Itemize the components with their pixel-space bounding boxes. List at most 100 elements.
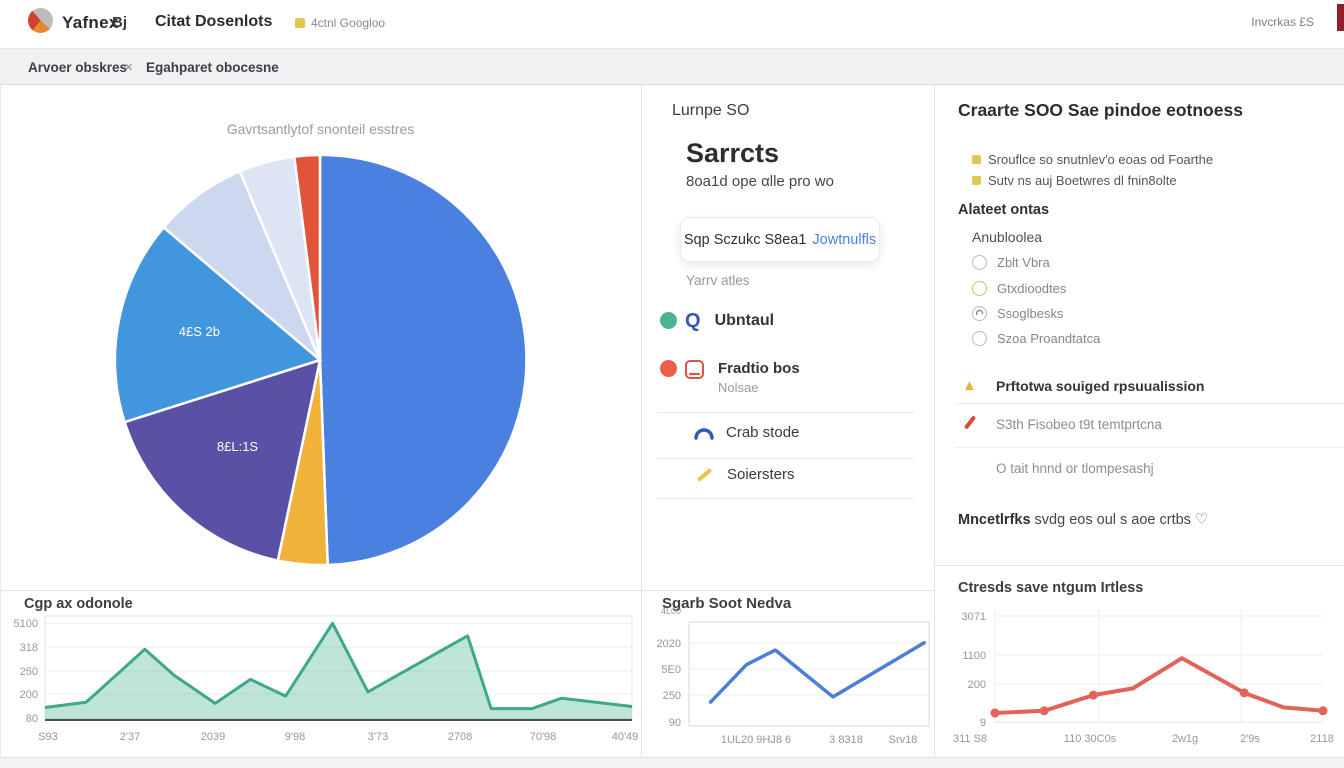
data-point-marker[interactable]	[1040, 706, 1049, 715]
heart-icon[interactable]: ♡	[1195, 511, 1208, 528]
legend-divider	[658, 412, 914, 413]
x-tick-label: 110 30C0s	[1064, 733, 1117, 745]
y-tick-label: 3071	[962, 611, 986, 623]
legend-item-fraction[interactable]: Fradtio bos Nolsae	[660, 360, 800, 395]
pie-chart-title: Gavrtsantlytof snonteil esstres	[0, 121, 641, 137]
radio-option-4[interactable]: Szoa Proandtatca	[972, 331, 1100, 346]
x-tick-label: Srv18	[889, 734, 918, 746]
x-tick-label: 9'98	[285, 731, 305, 743]
radio-label: Szoa Proandtatca	[997, 331, 1100, 346]
edge-accent	[1337, 4, 1344, 31]
bullet-item: Sutv ns auj Boetwres dl fnin8olte	[972, 173, 1177, 188]
y-tick-label: 2020	[657, 638, 681, 650]
y-tick-label: 318	[20, 642, 38, 654]
menu-item-chart-designer[interactable]: Citat Dosenlots	[155, 13, 272, 31]
y-tick-label: 5E0	[661, 664, 681, 676]
yellow-slash-icon	[697, 468, 713, 482]
data-point-marker[interactable]	[1240, 688, 1249, 697]
x-tick-label: 2708	[448, 731, 472, 743]
area-chart: 510031825020080S932'3720399'983'73270870…	[0, 590, 641, 757]
cta-button-link: Jowtnulfls	[812, 232, 876, 248]
monitoring-note-rest: svdg eos oul s aoe crtbs	[1031, 512, 1195, 528]
middle-title: Sarrcts	[686, 138, 779, 169]
y-tick-label: 250	[663, 690, 681, 702]
warning-text: Prftotwa souiged rpsuualission	[996, 378, 1204, 394]
cta-button[interactable]: Sqp Sczukc S8ea1 Jowtnulfls	[680, 217, 880, 262]
red-slash-icon	[968, 415, 972, 435]
plot-border	[689, 622, 929, 726]
x-tick-label: 2039	[201, 731, 225, 743]
pie-chart: 8£L:1S 4£S 2b	[0, 140, 641, 580]
data-point-marker[interactable]	[991, 709, 1000, 718]
y-tick-label: 200	[968, 679, 986, 691]
y-tick-label: 1100	[962, 650, 986, 662]
y-tick-label: 4L00	[661, 606, 681, 616]
error-text: S3th Fisobeo t9t temtprtcna	[996, 417, 1162, 432]
magnifier-q-icon: Q	[685, 312, 701, 330]
monitoring-note: Mncetlrfks svdg eos oul s aoe crtbs ♡	[958, 510, 1208, 528]
radio-icon	[972, 331, 987, 346]
radio-icon-marked	[972, 306, 987, 321]
invoices-link[interactable]: Invcrkas £S	[1251, 15, 1314, 29]
x-tick-label: 2'9s	[1240, 733, 1260, 745]
radio-option-1[interactable]: Zblt Vbra	[972, 255, 1050, 270]
y-tick-label: 80	[26, 713, 38, 725]
legend-item-search[interactable]: Q Ubntaul	[660, 312, 774, 330]
line-series	[995, 658, 1323, 713]
x-tick-label: 40'49	[612, 731, 639, 743]
line-series	[711, 643, 925, 702]
radio-option-3[interactable]: Ssoglbesks	[972, 306, 1063, 321]
close-icon[interactable]: ✕	[124, 61, 133, 74]
legend-sublabel: Nolsae	[718, 380, 800, 395]
legend-item-crab[interactable]: Crab stode	[694, 424, 799, 441]
y-tick-label: 9	[980, 717, 986, 729]
legend-label: Soiersters	[727, 466, 795, 483]
legend-item-soiersters[interactable]: Soiersters	[696, 466, 795, 483]
x-tick-label: 2'37	[120, 731, 140, 743]
menu-item-by[interactable]: Bj	[112, 14, 127, 31]
tab-bar: Arvoer obskres ✕ Egahparet obocesne	[0, 48, 1344, 85]
green-dot-icon	[660, 312, 677, 329]
x-tick-label: 3'73	[368, 731, 388, 743]
yellow-square-icon	[972, 176, 981, 185]
yandex-logo-icon[interactable]	[28, 8, 53, 33]
note-text: O tait hnnd or tlompesashj	[996, 461, 1154, 476]
right-subheading: Alateet ontas	[958, 202, 1049, 218]
y-tick-label: 250	[20, 666, 38, 678]
x-tick-label: 1UL20 9HJ8 6	[721, 734, 791, 746]
legend-divider	[658, 498, 914, 499]
warning-icon: ▲	[962, 377, 977, 395]
data-point-marker[interactable]	[1089, 691, 1098, 700]
x-tick-label: 3 8318	[829, 734, 863, 746]
y-tick-label: 200	[20, 689, 38, 701]
blue-line-chart: 4L00 2020 5E0 250 90 1UL20 9HJ8 6 3 8318 Srv18	[641, 590, 934, 757]
red-dot-icon	[660, 360, 677, 377]
tab-answer[interactable]: Arvoer obskres	[28, 60, 127, 75]
monitoring-note-strong: Mncetlrfks	[958, 512, 1031, 528]
right-divider	[955, 447, 1344, 448]
radio-option-2[interactable]: Gtxdioodtes	[972, 281, 1066, 296]
pie-slice-primary-blue[interactable]	[320, 155, 526, 565]
bullet-text: Srouflce so snutnlev'o eoas od Foarthe	[988, 152, 1213, 167]
middle-subtitle: 8oa1d ope αlle pro wo	[686, 173, 834, 190]
bottom-strip	[0, 757, 1344, 768]
radio-label: Gtxdioodtes	[997, 281, 1066, 296]
pie-slice-label: 4£S 2b	[179, 324, 220, 339]
radio-group-label: Anubloolea	[972, 229, 1042, 245]
legend-label: Fradtio bos	[718, 360, 800, 377]
menu-item-google[interactable]: 4ctnl Googloo	[295, 16, 385, 30]
brand-name[interactable]: Yafnex	[62, 13, 119, 33]
y-tick-label: 90	[669, 717, 681, 729]
image-frame-icon	[685, 360, 704, 379]
tab-report[interactable]: Egahparet obocesne	[146, 60, 279, 75]
yellow-square-icon	[972, 155, 981, 164]
data-point-marker[interactable]	[1319, 706, 1328, 715]
x-tick-label: S93	[38, 731, 58, 743]
legend-divider	[658, 458, 914, 459]
arc-icon	[694, 427, 714, 439]
middle-eyebrow: Lurnpe SO	[672, 102, 749, 120]
legend-label: Crab stode	[726, 424, 799, 441]
right-panel-title: Craarte SOO Sae pindoe eotnoess	[958, 100, 1243, 121]
radio-icon	[972, 255, 987, 270]
pie-slice-label: 8£L:1S	[217, 439, 259, 454]
